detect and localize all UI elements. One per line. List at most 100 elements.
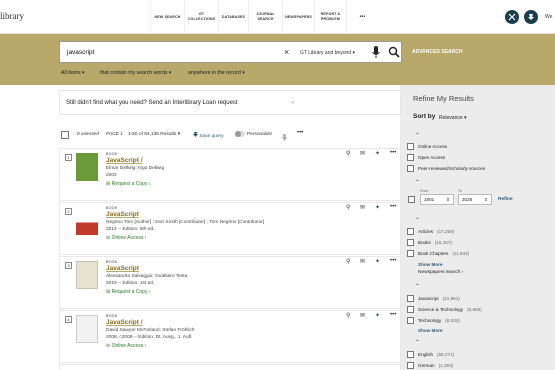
facet-checkbox[interactable] [407, 295, 414, 302]
nav-new-search[interactable]: NEW SEARCH [150, 0, 184, 34]
search-box[interactable]: javascript × GT Library and beyond ▾ [59, 41, 402, 63]
collapse-type-icon[interactable]: ⌃ [415, 217, 420, 224]
clear-icon[interactable]: × [284, 47, 289, 57]
sort-select[interactable]: Relevance ▾ [439, 115, 467, 121]
collapse-availability-icon[interactable]: ⌃ [415, 132, 420, 139]
link-icon[interactable]: ⚲ [346, 258, 350, 265]
pin-icon[interactable] [281, 134, 288, 141]
facet-checkbox[interactable] [407, 143, 414, 150]
result-number[interactable]: 3 [65, 262, 72, 269]
result-item[interactable] [59, 364, 401, 370]
save-query-button[interactable]: Save query [193, 132, 224, 139]
result-item[interactable]: 2 BOOK JavaScript Negrino Tom [Author] ;… [59, 202, 401, 255]
pin-icon[interactable]: ✦ [375, 258, 380, 265]
result-item[interactable]: 1 BOOK JavaScript / Elmar Dellwig; Ingo … [59, 148, 401, 201]
result-title-link[interactable]: JavaScript [106, 211, 139, 218]
link-icon[interactable]: ⚲ [346, 312, 350, 319]
favorites-icon[interactable] [505, 10, 519, 24]
collapse-date-icon[interactable]: ⌃ [415, 179, 420, 186]
pin-icon[interactable] [524, 10, 538, 24]
link-icon[interactable]: ⚲ [346, 204, 350, 211]
date-to-value: 2026 [462, 197, 473, 202]
request-copy-link[interactable]: ⊞ Request a Copy › [106, 181, 151, 187]
personalize-toggle[interactable] [235, 131, 245, 137]
facet-checkbox[interactable] [407, 165, 414, 172]
nav-databases[interactable]: DATABASES [218, 0, 248, 34]
facet-checkbox[interactable] [407, 228, 414, 235]
result-number[interactable]: 2 [65, 208, 72, 215]
filter-item-type[interactable]: All items ▾ [61, 70, 85, 76]
facet-online-access[interactable]: Online Access [407, 143, 447, 150]
result-title-link[interactable]: JavaScript / [106, 157, 143, 164]
nav-newspapers[interactable]: NEWSPAPERS [282, 0, 314, 34]
microphone-icon[interactable] [371, 45, 381, 60]
more-actions-icon[interactable]: ••• [390, 204, 396, 210]
facet-book-chapters[interactable]: Book Chapters (11,942) [407, 250, 469, 257]
pin-icon[interactable]: ✦ [375, 150, 380, 157]
email-icon[interactable]: ✉ [360, 258, 365, 265]
filter-match-type[interactable]: that contain my search words ▾ [100, 70, 172, 76]
result-title-link[interactable]: JavaScript [106, 265, 139, 272]
search-icon[interactable] [388, 46, 400, 58]
result-number[interactable]: 1 [65, 154, 72, 161]
filter-field[interactable]: anywhere in the record ▾ [188, 70, 245, 76]
request-copy-link[interactable]: ⊞ Request a Copy › [106, 289, 151, 295]
collapse-language-icon[interactable]: ⌃ [415, 339, 420, 346]
pin-icon[interactable]: ✦ [375, 312, 380, 319]
nav-report-a-problem[interactable]: REPORT A PROBLEM [314, 0, 346, 34]
link-icon[interactable]: ⚲ [346, 150, 350, 157]
online-access-link[interactable]: ⊘ Online Access › [106, 235, 146, 241]
facet-javascript[interactable]: Javascript (21,961) [407, 295, 460, 302]
email-icon[interactable]: ✉ [360, 150, 365, 157]
facet-science-technology[interactable]: Science & Technology (6,655) [407, 306, 482, 313]
facet-checkbox[interactable] [407, 306, 414, 313]
facet-technology[interactable]: Technology (6,034) [407, 317, 460, 324]
facet-articles[interactable]: Articles (17,259) [407, 228, 454, 235]
refine-date-button[interactable]: Refine [498, 197, 513, 202]
select-all-checkbox[interactable] [61, 131, 69, 139]
email-icon[interactable]: ✉ [360, 204, 365, 211]
more-actions-icon[interactable]: ••• [390, 150, 396, 156]
more-actions-icon[interactable]: ••• [390, 312, 396, 318]
show-more-types-link[interactable]: Show More [418, 262, 443, 267]
collapse-subject-icon[interactable]: ⌃ [415, 283, 420, 290]
advanced-search-link[interactable]: ADVANCED SEARCH [412, 49, 462, 55]
facet-checkbox[interactable] [407, 351, 414, 358]
email-icon[interactable]: ✉ [360, 312, 365, 319]
result-item[interactable]: 4 BOOK JavaScript / David Sawyer McFarla… [59, 310, 401, 363]
date-filter-checkbox[interactable] [408, 196, 415, 203]
search-scope-select[interactable]: GT Library and beyond ▾ [300, 50, 355, 56]
result-number[interactable]: 4 [65, 316, 72, 323]
more-actions-icon[interactable]: ••• [390, 258, 396, 264]
date-from-input[interactable]: 1801 ⇕ [420, 194, 454, 205]
library-logo[interactable]: library [0, 11, 24, 21]
results-range[interactable]: 1-50 of 64,135 Results ▾ [128, 132, 180, 137]
toolbar-more-button[interactable]: ••• [297, 130, 303, 136]
facet-checkbox[interactable] [407, 362, 414, 369]
book-cover-thumbnail[interactable] [76, 153, 98, 181]
result-title-link[interactable]: JavaScript / [106, 319, 143, 326]
show-more-subjects-link[interactable]: Show More [418, 328, 443, 333]
facet-books[interactable]: Books (15,157) [407, 239, 452, 246]
facet-peer-reviewed[interactable]: Peer-reviewed/Scholarly sources [407, 165, 485, 172]
facet-open-access[interactable]: Open Access [407, 154, 445, 161]
result-item[interactable]: 3 BOOK JavaScript Alessandra Salvaggio; … [59, 256, 401, 309]
facet-checkbox[interactable] [407, 239, 414, 246]
online-access-link[interactable]: ⊘ Online Access › [106, 343, 146, 349]
nav-journal-search[interactable]: JOURNAL SEARCH [248, 0, 282, 34]
nav-gt-collections[interactable]: GT COLLECTIONS [184, 0, 218, 34]
date-to-input[interactable]: 2026 ⇕ [458, 194, 492, 205]
facet-checkbox[interactable] [407, 154, 414, 161]
book-cover-thumbnail[interactable] [76, 315, 98, 343]
facet-german[interactable]: German (1,353) [407, 362, 453, 369]
facet-checkbox[interactable] [407, 317, 414, 324]
nav-more[interactable]: ••• [346, 0, 378, 34]
pin-icon[interactable]: ✦ [375, 204, 380, 211]
facet-checkbox[interactable] [407, 250, 414, 257]
book-cover-thumbnail[interactable] [76, 261, 98, 289]
interlibrary-loan-banner[interactable]: Still didn't find what you need? Send an… [59, 90, 401, 115]
newspapers-search-link[interactable]: Newspapers search › [418, 270, 463, 275]
search-input[interactable]: javascript [67, 49, 94, 56]
book-cover-thumbnail[interactable] [76, 207, 98, 235]
facet-english[interactable]: English (58,271) [407, 351, 454, 358]
